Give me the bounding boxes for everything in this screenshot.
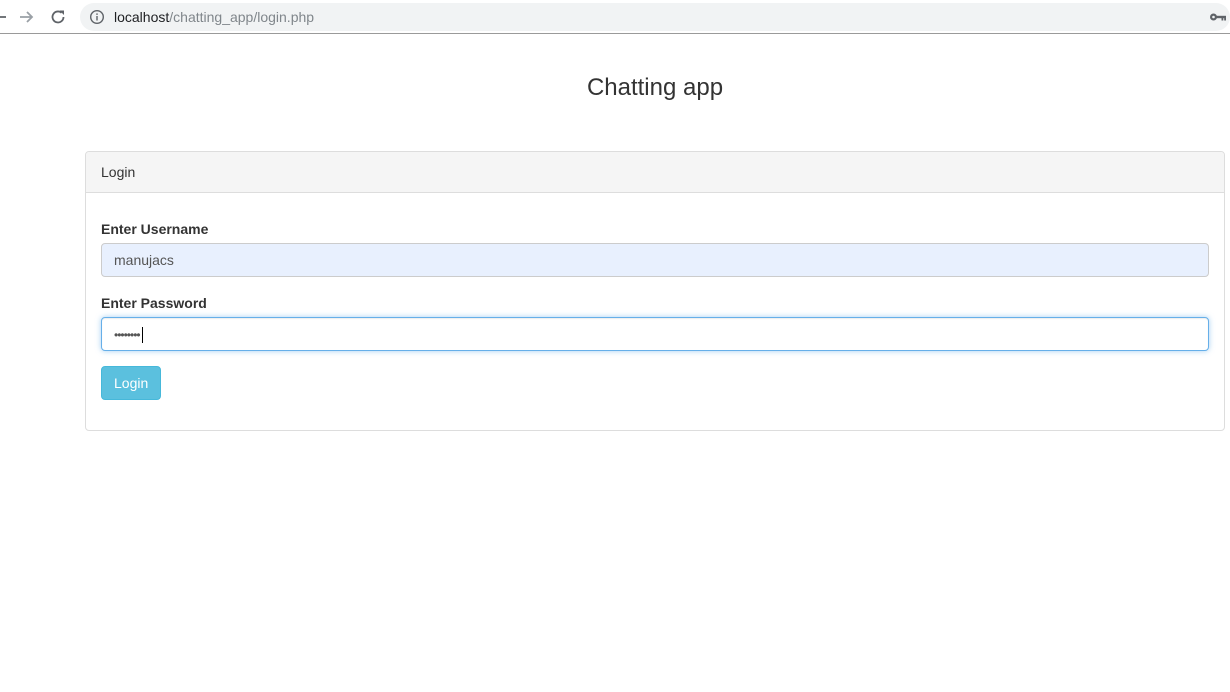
reload-icon — [51, 10, 65, 24]
password-input[interactable]: •••••••• — [101, 317, 1209, 351]
login-button[interactable]: Login — [101, 366, 162, 400]
panel-heading: Login — [86, 152, 1224, 193]
key-icon[interactable] — [1209, 11, 1227, 23]
username-input[interactable]: manujacs — [101, 243, 1209, 277]
address-bar[interactable]: localhost/chatting_app/login.php — [80, 3, 1230, 31]
page-title: Chatting app — [586, 74, 724, 101]
url-path: /chatting_app/login.php — [169, 9, 315, 25]
url-host: localhost — [114, 9, 170, 25]
info-icon[interactable] — [89, 9, 105, 25]
password-label: Enter Password — [101, 295, 207, 311]
arrow-left-icon — [0, 16, 6, 18]
url-text[interactable]: localhost/chatting_app/login.php — [114, 9, 314, 25]
text-cursor — [141, 327, 143, 344]
username-label: Enter Username — [101, 221, 209, 237]
arrow-right-icon — [20, 11, 34, 23]
back-button[interactable] — [0, 5, 12, 29]
username-value: manujacs — [114, 252, 174, 268]
login-panel: Login Enter Username manujacs Enter Pass… — [85, 151, 1225, 431]
forward-button[interactable] — [14, 5, 38, 29]
browser-toolbar: localhost/chatting_app/login.php — [0, 0, 1230, 34]
reload-button[interactable] — [46, 5, 70, 29]
password-masked-value: •••••••• — [114, 328, 141, 342]
